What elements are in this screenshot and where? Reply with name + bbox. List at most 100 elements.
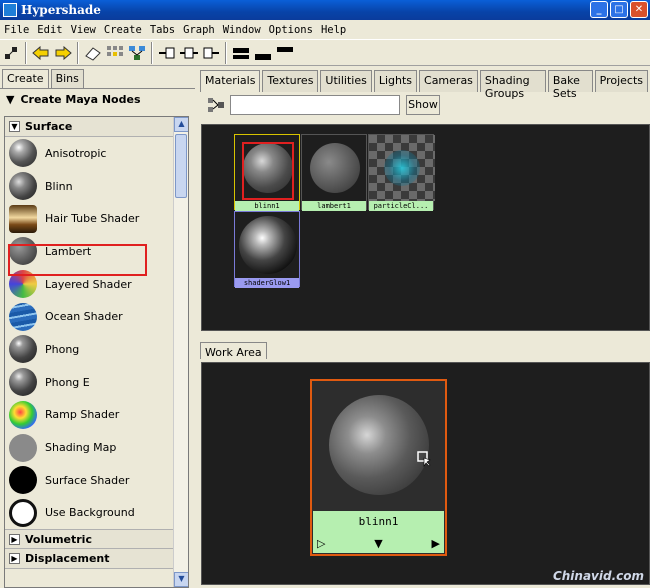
blinn-highlight-box: [8, 244, 147, 276]
tab-shading-groups[interactable]: Shading Groups: [479, 70, 546, 100]
show-top-tabs-icon[interactable]: [230, 42, 252, 64]
section-displacement[interactable]: ▶ Displacement: [5, 549, 188, 570]
list-item-anisotropic[interactable]: Anisotropic: [5, 137, 188, 170]
section-surface[interactable]: ▼ Surface: [5, 117, 188, 137]
blinn-swatch-icon: [9, 172, 37, 201]
menu-help[interactable]: Help: [317, 24, 350, 36]
create-maya-nodes-label: Create Maya Nodes: [20, 93, 141, 106]
surface-shader-swatch-icon: [9, 466, 37, 495]
ramp-shader-swatch-icon: [9, 400, 37, 429]
list-item-label: Surface Shader: [45, 473, 130, 487]
list-item-use-background[interactable]: Use Background: [5, 497, 188, 530]
anisotropic-swatch-icon: [9, 139, 37, 168]
material-swatch-lambert1[interactable]: lambert1: [301, 134, 367, 211]
section-label: Displacement: [25, 552, 110, 566]
window-title: Hypershade: [21, 3, 101, 17]
menu-options[interactable]: Options: [265, 24, 317, 36]
back-arrow-icon[interactable]: [30, 42, 52, 64]
minimize-button[interactable]: _: [590, 1, 608, 18]
shading-map-swatch-icon: [9, 433, 37, 462]
blinn1-node[interactable]: blinn1 ▷ ▼ ▶: [310, 379, 447, 556]
collapse-triangle-icon: ▼: [6, 93, 15, 106]
section-toggle-icon[interactable]: ▼: [9, 121, 20, 132]
node-list-scrollbar[interactable]: ▲ ▼: [173, 117, 188, 587]
menu-view[interactable]: View: [67, 24, 100, 36]
blinn-node-swatch-icon: [329, 395, 429, 495]
tab-work-area[interactable]: Work Area: [200, 342, 267, 359]
particle-cloud-swatch-icon: [384, 150, 420, 186]
eraser-icon[interactable]: [82, 42, 104, 64]
list-item-label: Phong: [45, 342, 80, 356]
tab-cameras[interactable]: Cameras: [419, 70, 478, 92]
hypershade-panel: Materials Textures Utilities Lights Came…: [196, 66, 650, 585]
node-label: blinn1: [313, 511, 444, 533]
maximize-button[interactable]: □: [610, 1, 628, 18]
list-item-ocean-shader[interactable]: Ocean Shader: [5, 300, 188, 333]
tab-create[interactable]: Create: [2, 69, 49, 88]
menu-window[interactable]: Window: [219, 24, 265, 36]
materials-area: blinn1 lambert1 particleCl... shaderGlow…: [201, 124, 650, 331]
material-swatch-blinn1[interactable]: blinn1: [234, 134, 300, 211]
list-item-blinn[interactable]: Blinn: [5, 170, 188, 203]
menu-create[interactable]: Create: [100, 24, 146, 36]
network-icon[interactable]: [126, 42, 148, 64]
forward-arrow-icon[interactable]: [52, 42, 74, 64]
create-maya-nodes-header[interactable]: ▼ Create Maya Nodes: [0, 88, 195, 110]
search-input[interactable]: [230, 95, 400, 115]
material-swatch-particlecloud[interactable]: particleCl...: [368, 134, 435, 211]
work-area: blinn1 ▷ ▼ ▶: [201, 362, 650, 585]
menu-file[interactable]: File: [0, 24, 33, 36]
material-swatch-shaderglow1[interactable]: shaderGlow1: [234, 211, 300, 288]
show-bottom-tabs-icon[interactable]: [252, 42, 274, 64]
graph-layout-icon[interactable]: [0, 42, 22, 64]
output-connections-icon[interactable]: [200, 42, 222, 64]
tab-materials[interactable]: Materials: [200, 70, 261, 92]
tab-bins[interactable]: Bins: [50, 69, 84, 88]
grid-view-icon[interactable]: [104, 42, 126, 64]
list-item-label: Anisotropic: [45, 146, 107, 160]
section-toggle-icon[interactable]: ▶: [9, 533, 20, 545]
tab-lights[interactable]: Lights: [373, 70, 418, 92]
expand-node-icon[interactable]: ▼: [374, 537, 382, 550]
show-top-only-icon[interactable]: [274, 42, 296, 64]
list-item-shading-map[interactable]: Shading Map: [5, 431, 188, 464]
show-button[interactable]: Show: [406, 95, 440, 115]
input-output-connections-icon[interactable]: [178, 42, 200, 64]
list-item-label: Hair Tube Shader: [45, 212, 140, 226]
list-item-phong[interactable]: Phong: [5, 333, 188, 366]
expand-outputs-icon[interactable]: ▶: [432, 537, 440, 550]
list-item-phong-e[interactable]: Phong E: [5, 366, 188, 399]
blinn1-highlight-box: [242, 142, 294, 200]
menu-bar: File Edit View Create Tabs Graph Window …: [0, 20, 650, 39]
swatch-label: particleCl...: [369, 201, 433, 211]
list-item-ramp-shader[interactable]: Ramp Shader: [5, 399, 188, 432]
use-background-swatch-icon: [9, 498, 37, 527]
list-item-label: Ramp Shader: [45, 408, 120, 422]
list-item-label: Use Background: [45, 506, 135, 520]
scroll-up-icon[interactable]: ▲: [174, 117, 188, 132]
filter-icon[interactable]: [206, 95, 226, 115]
menu-graph[interactable]: Graph: [179, 24, 219, 36]
close-button[interactable]: ✕: [630, 1, 648, 18]
list-item-surface-shader[interactable]: Surface Shader: [5, 464, 188, 497]
section-toggle-icon[interactable]: ▶: [9, 553, 20, 565]
expand-inputs-icon[interactable]: ▷: [317, 537, 325, 550]
input-connections-icon[interactable]: [156, 42, 178, 64]
tab-utilities[interactable]: Utilities: [320, 70, 372, 92]
tab-bake-sets[interactable]: Bake Sets: [547, 70, 593, 100]
list-item-label: Ocean Shader: [45, 310, 123, 324]
tab-projects[interactable]: Projects: [594, 70, 648, 92]
menu-edit[interactable]: Edit: [33, 24, 66, 36]
menu-tabs[interactable]: Tabs: [146, 24, 179, 36]
tab-textures[interactable]: Textures: [262, 70, 319, 92]
list-item-hair-tube-shader[interactable]: Hair Tube Shader: [5, 202, 188, 235]
title-bar: Hypershade _ □ ✕: [0, 0, 650, 20]
create-panel: Create Bins ▼ Create Maya Nodes ▼ Surfac…: [0, 66, 195, 588]
swatch-label: blinn1: [235, 201, 299, 211]
lambert-material-swatch-icon: [310, 143, 360, 193]
phong-swatch-icon: [9, 335, 37, 364]
section-volumetric[interactable]: ▶ Volumetric: [5, 529, 188, 550]
app-icon: [3, 3, 17, 17]
hair-tube-swatch-icon: [9, 204, 37, 233]
scroll-thumb[interactable]: [175, 134, 187, 198]
